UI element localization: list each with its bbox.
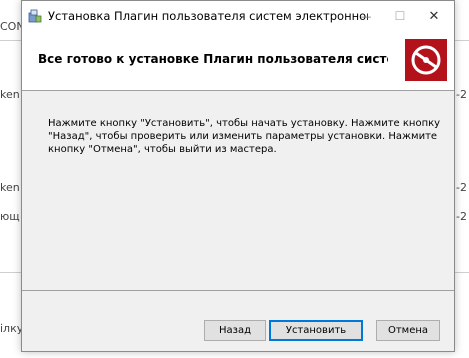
- background-text: -2: [456, 88, 467, 101]
- dialog-header: Все готово к установке Плагин пользовате…: [22, 31, 454, 91]
- background-divider: [0, 40, 21, 41]
- minimize-button[interactable]: —: [349, 1, 383, 31]
- crossed-disc-logo-icon: [405, 39, 447, 81]
- background-text: ілку: [0, 322, 24, 335]
- maximize-icon: ☐: [394, 9, 406, 23]
- close-icon: ✕: [428, 8, 440, 24]
- close-button[interactable]: ✕: [417, 1, 451, 31]
- background-text: ken: [0, 88, 20, 101]
- background-text: -2: [456, 210, 467, 223]
- page-title: Все готово к установке Плагин пользовате…: [38, 52, 388, 66]
- background-divider: [0, 272, 21, 273]
- title-bar[interactable]: Установка Плагин пользователя систем эле…: [22, 1, 454, 31]
- installer-package-icon: [28, 9, 42, 23]
- back-button[interactable]: Назад: [204, 320, 266, 341]
- window-title: Установка Плагин пользователя систем эле…: [48, 9, 368, 23]
- cancel-button[interactable]: Отмена: [376, 320, 440, 341]
- minimize-icon: —: [360, 9, 372, 23]
- background-divider: [455, 40, 469, 41]
- installer-dialog: Установка Плагин пользователя систем эле…: [21, 0, 455, 352]
- background-text: ющ: [0, 210, 20, 223]
- background-divider: [455, 272, 469, 273]
- maximize-button[interactable]: ☐: [383, 1, 417, 31]
- instructions-text: Нажмите кнопку "Установить", чтобы начат…: [48, 118, 441, 155]
- footer-divider: [22, 290, 454, 291]
- background-text: -2: [456, 181, 467, 194]
- install-button[interactable]: Установить: [269, 320, 363, 341]
- background-text: ken: [0, 181, 20, 194]
